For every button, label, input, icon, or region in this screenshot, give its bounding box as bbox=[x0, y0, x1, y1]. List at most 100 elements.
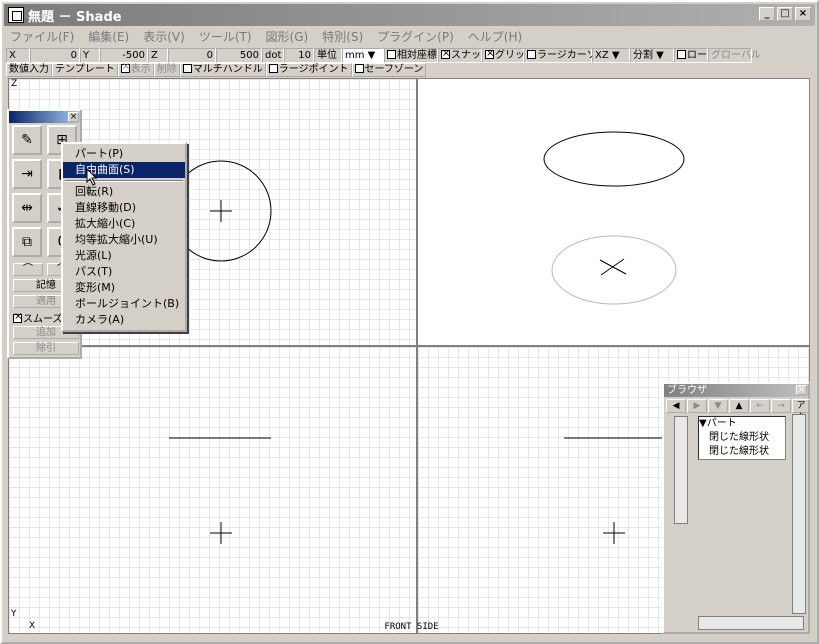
large-point-label: ラージポイント bbox=[278, 64, 349, 75]
dot-label: dot bbox=[262, 47, 284, 63]
menu-edit[interactable]: 編集(E) bbox=[88, 28, 129, 45]
menu-view[interactable]: 表示(V) bbox=[143, 28, 185, 45]
nav-up-icon[interactable]: ▲ bbox=[729, 399, 749, 413]
menu-shape[interactable]: 図形(G) bbox=[266, 28, 309, 45]
menu-item-part[interactable]: パート(P) bbox=[63, 146, 185, 162]
palette-close-button[interactable]: × bbox=[68, 112, 79, 122]
local-checkbox[interactable] bbox=[677, 49, 686, 59]
menu-special[interactable]: 特別(S) bbox=[322, 28, 363, 45]
browser-slider[interactable] bbox=[674, 416, 688, 524]
large-cursor-toggle[interactable]: ラージカーソル bbox=[524, 47, 607, 63]
browser-close-button[interactable]: × bbox=[796, 385, 807, 395]
large-point-toggle[interactable]: ラージポイント bbox=[265, 63, 352, 77]
menu-item-ball-joint[interactable]: ボールジョイント(B) bbox=[63, 296, 185, 312]
delete-button[interactable]: 削除 bbox=[153, 63, 180, 77]
nav-right-icon[interactable]: ▶ bbox=[687, 399, 707, 413]
tree-closed-line-1[interactable]: 閉じた線形状 bbox=[699, 431, 785, 445]
show-label: 表示 bbox=[130, 64, 151, 75]
y-axis-label: Y bbox=[11, 609, 17, 619]
move-tool-icon[interactable]: ⇥ bbox=[12, 159, 42, 189]
safe-zone-checkbox[interactable] bbox=[354, 64, 364, 73]
maximize-button[interactable]: □ bbox=[777, 7, 793, 21]
browser-titlebar[interactable]: ブラウザ × bbox=[664, 384, 808, 397]
menu-file[interactable]: ファイル(F) bbox=[10, 28, 74, 45]
ellipse-bottom[interactable] bbox=[551, 235, 677, 305]
safe-zone-toggle[interactable]: セーフゾーン bbox=[351, 63, 427, 77]
relative-label: 相対座標 bbox=[397, 49, 437, 61]
large-cursor-checkbox[interactable] bbox=[527, 49, 536, 59]
template-button[interactable]: テンプレート bbox=[52, 63, 118, 77]
snap-checkbox[interactable] bbox=[441, 47, 450, 60]
browser-tab[interactable]: アク bbox=[792, 399, 810, 423]
menu-item-linear-move[interactable]: 直線移動(D) bbox=[63, 200, 185, 216]
browser-title: ブラウザ bbox=[667, 385, 707, 396]
layer-tool-icon[interactable]: ⧉ bbox=[12, 227, 42, 257]
z-label: Z bbox=[148, 47, 168, 63]
w-value[interactable]: 500 bbox=[216, 47, 262, 63]
arrow-right-icon[interactable]: → bbox=[771, 399, 791, 413]
menu-item-deform[interactable]: 変形(M) bbox=[63, 280, 185, 296]
unit-value: mm bbox=[345, 49, 365, 61]
multi-handle-toggle[interactable]: マルチハンドル bbox=[179, 63, 266, 77]
x-label: X bbox=[6, 47, 30, 63]
menu-plugin[interactable]: プラグイン(P) bbox=[377, 28, 454, 45]
window-title: 無題 － Shade bbox=[28, 9, 122, 25]
tree-closed-line-2[interactable]: 閉じた線形状 bbox=[699, 445, 785, 459]
x-value[interactable]: 0 bbox=[30, 47, 80, 63]
smooth-checkbox[interactable] bbox=[13, 311, 22, 323]
browser-toolbar: ◀ ▶ ▼ ▲ ← → アク bbox=[666, 399, 810, 423]
show-checkbox[interactable] bbox=[120, 61, 130, 73]
app-icon bbox=[8, 7, 24, 23]
divide-select[interactable]: 分割 ▼ bbox=[630, 47, 674, 63]
nav-left-icon[interactable]: ◀ bbox=[666, 399, 686, 413]
front-viewport[interactable]: Y X bbox=[8, 346, 417, 634]
global-button[interactable]: グローバル bbox=[708, 47, 761, 63]
z-value[interactable]: 0 bbox=[168, 47, 216, 63]
local-toggle[interactable]: ローカル bbox=[674, 47, 727, 63]
menu-item-uniform-scale[interactable]: 均等拡大縮小(U) bbox=[63, 232, 185, 248]
grid-toggle[interactable]: グリッド bbox=[482, 47, 535, 63]
template-bar: 数値入力 テンプレート 表示 削除 マルチハンドル ラージポイント セーフゾーン bbox=[6, 61, 427, 77]
multi-handle-checkbox[interactable] bbox=[182, 64, 192, 73]
menu-tools[interactable]: ツール(T) bbox=[199, 28, 252, 45]
relative-checkbox[interactable] bbox=[387, 49, 396, 59]
menu-item-rotate[interactable]: 回転(R) bbox=[63, 184, 185, 200]
palette-titlebar[interactable]: × bbox=[9, 111, 80, 123]
nav-down-icon[interactable]: ▼ bbox=[708, 399, 728, 413]
unit-select[interactable]: mm ▼ bbox=[342, 47, 384, 63]
browser-vscrollbar[interactable] bbox=[792, 414, 806, 614]
curve-button-1[interactable]: ⌒ bbox=[13, 263, 43, 276]
subtract-button[interactable]: 除引 bbox=[13, 342, 79, 355]
relative-toggle[interactable]: 相対座標 bbox=[384, 47, 438, 63]
x-mark-b bbox=[600, 258, 625, 276]
close-button[interactable]: × bbox=[795, 7, 811, 21]
browser-panel: ブラウザ × ◀ ▶ ▼ ▲ ← → アク ▼パート 閉じた線形状 閉じた線形状 bbox=[662, 382, 810, 634]
menu-bar: ファイル(F) 編集(E) 表示(V) ツール(T) 図形(G) 特別(S) プ… bbox=[4, 26, 815, 46]
smooth-toggle[interactable]: スムーズ bbox=[13, 310, 63, 325]
grid-value[interactable]: 10 bbox=[284, 47, 314, 63]
z-axis-label: Z bbox=[11, 79, 18, 89]
plane-select[interactable]: XZ ▼ bbox=[592, 47, 630, 63]
menu-item-light[interactable]: 光源(L) bbox=[63, 248, 185, 264]
resize-tool-icon[interactable]: ⇹ bbox=[12, 193, 42, 223]
minimize-button[interactable]: _ bbox=[759, 7, 775, 21]
menu-item-scale[interactable]: 拡大縮小(C) bbox=[63, 216, 185, 232]
grid-checkbox[interactable] bbox=[485, 47, 494, 60]
safe-zone-label: セーフゾーン bbox=[364, 64, 424, 75]
snap-toggle[interactable]: スナップ bbox=[438, 47, 491, 63]
browser-hscrollbar[interactable] bbox=[698, 616, 804, 630]
ellipse-top[interactable] bbox=[543, 131, 685, 187]
menu-item-camera[interactable]: カメラ(A) bbox=[63, 312, 185, 328]
show-toggle[interactable]: 表示 bbox=[117, 61, 154, 77]
menu-help[interactable]: ヘルプ(H) bbox=[468, 28, 522, 45]
browser-tree: ▼パート 閉じた線形状 閉じた線形状 bbox=[698, 416, 786, 460]
menu-item-path[interactable]: パス(T) bbox=[63, 264, 185, 280]
numeric-input-button[interactable]: 数値入力 bbox=[6, 63, 52, 77]
unit-label: 単位 bbox=[314, 47, 342, 63]
perspective-viewport[interactable] bbox=[417, 78, 810, 346]
large-point-checkbox[interactable] bbox=[268, 64, 278, 73]
pencil-tool-icon[interactable]: ✎ bbox=[12, 125, 42, 155]
menu-item-free-surface[interactable]: 自由曲面(S) bbox=[63, 162, 185, 178]
tree-part[interactable]: ▼パート bbox=[699, 417, 785, 431]
arrow-left-icon[interactable]: ← bbox=[750, 399, 770, 413]
